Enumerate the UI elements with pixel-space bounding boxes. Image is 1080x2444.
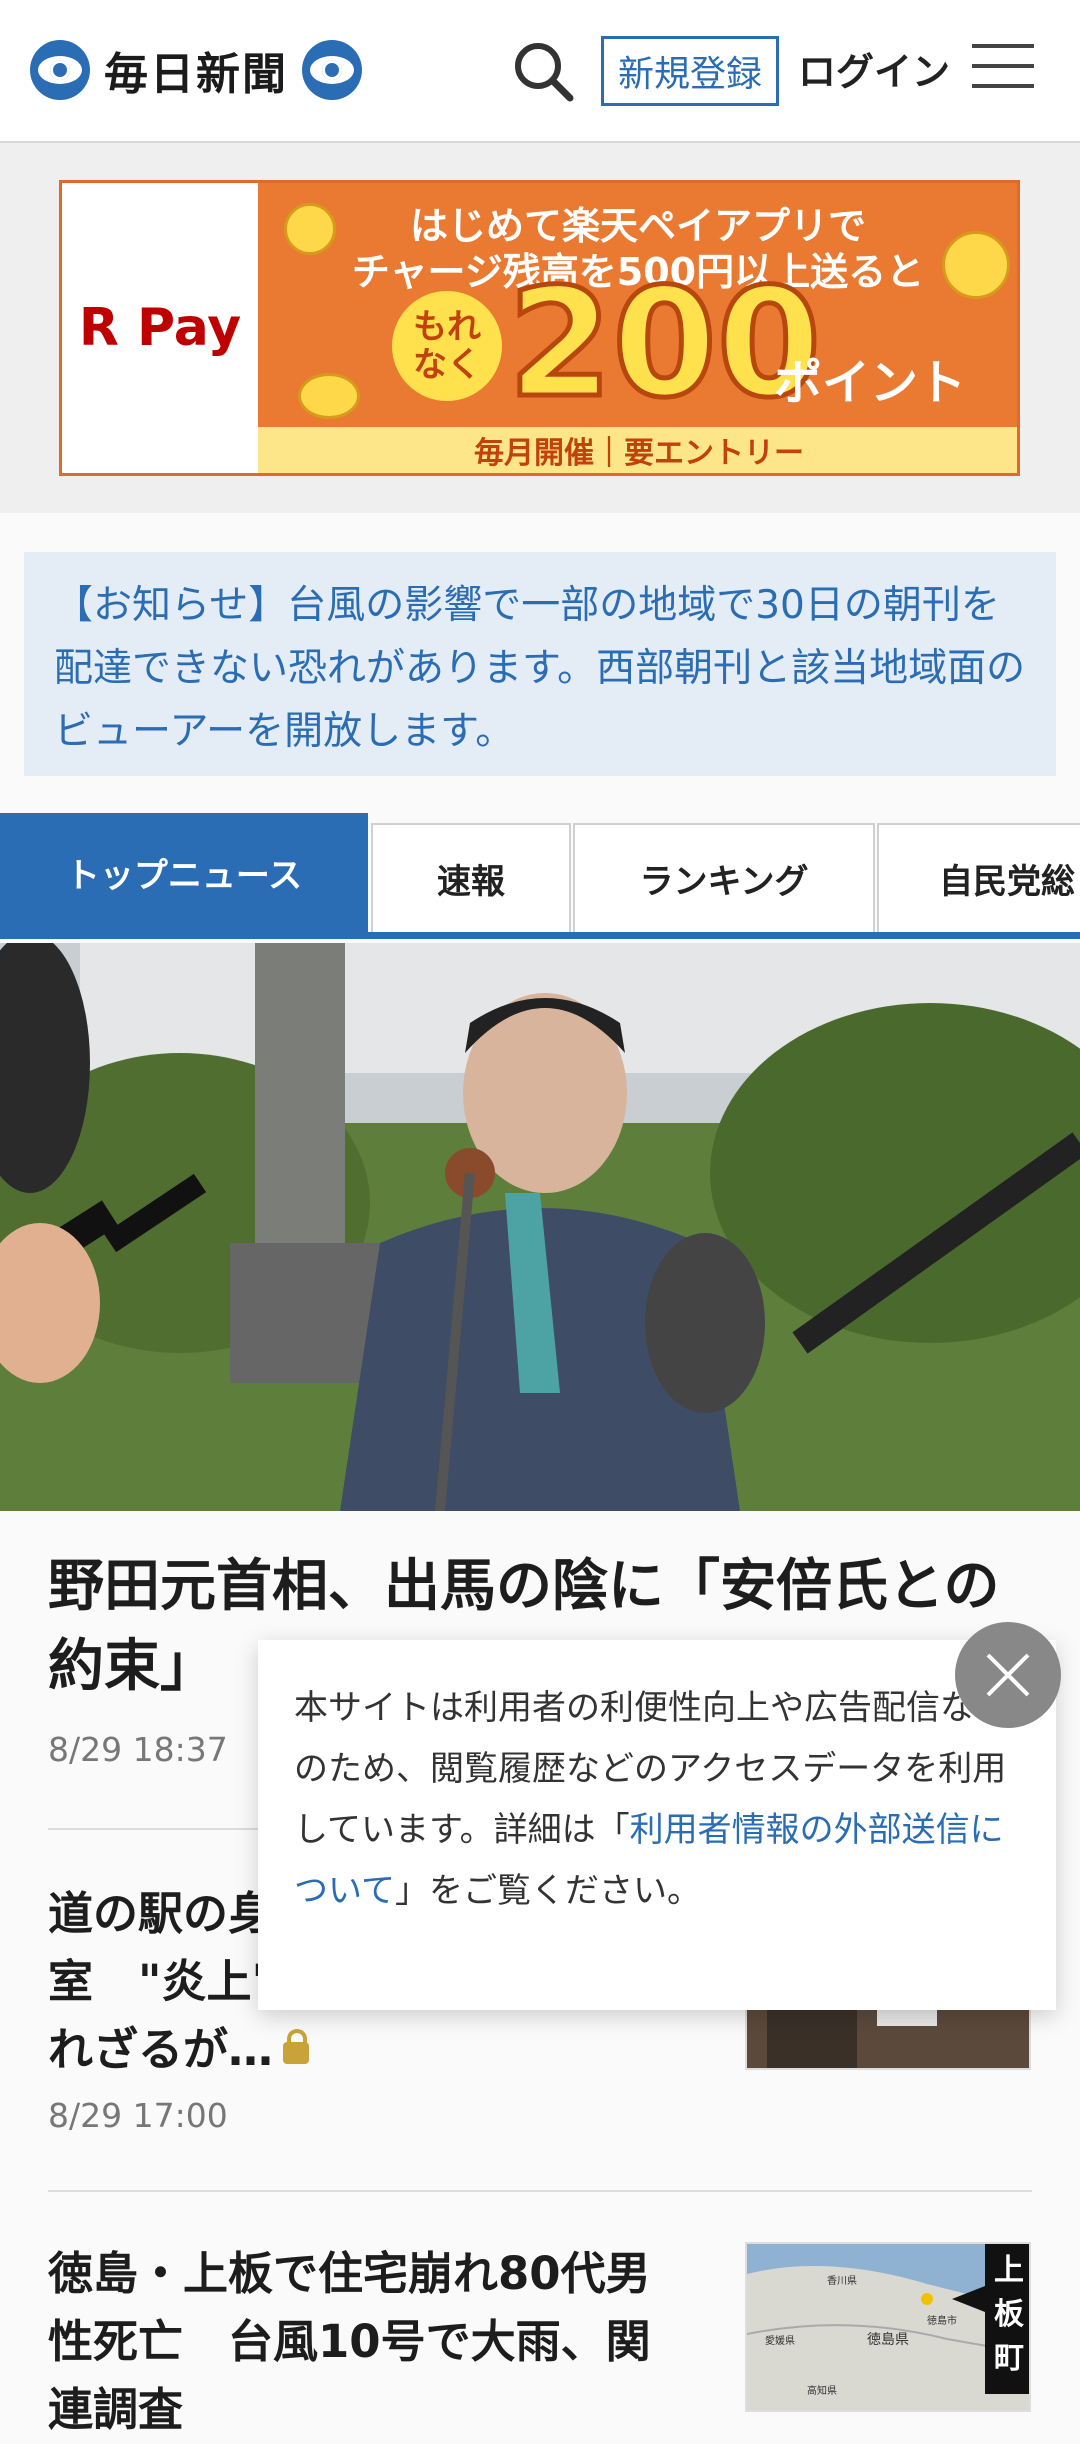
coin-decoration: [298, 373, 360, 419]
logo-text: 毎日新聞: [104, 49, 288, 100]
tab-top-news[interactable]: トップニュース: [0, 813, 368, 932]
site-header: 毎日新聞 新規登録 ログイン: [0, 0, 1080, 143]
search-button[interactable]: [510, 38, 578, 106]
map-town-label-1: 上: [994, 2253, 1024, 2288]
ad-brand: R Pay: [78, 298, 242, 358]
ad-area: R Pay はじめて楽天ペイアプリで チャージ残高を500円以上送ると もれ な…: [0, 143, 1080, 513]
lead-article-time: 8/29 18:37: [48, 1730, 228, 1769]
map-label-kagawa: 香川県: [827, 2275, 857, 2287]
ad-brand-panel: R Pay: [62, 183, 258, 473]
map-label-kochi: 高知県: [807, 2384, 837, 2397]
article-title[interactable]: 徳島・上板で住宅崩れ80代男性死亡 台風10号で大雨、関連調査: [48, 2240, 688, 2444]
article-thumbnail[interactable]: 上 板 町 徳島県 香川県 愛媛県 高知県 徳島市: [745, 2242, 1031, 2412]
ad-banner[interactable]: R Pay はじめて楽天ペイアプリで チャージ残高を500円以上送ると もれ な…: [59, 180, 1020, 476]
site-logo[interactable]: 毎日新聞: [30, 38, 362, 102]
ad-badge-top: もれ: [413, 307, 481, 347]
lock-icon: [283, 2029, 310, 2064]
notice-banner[interactable]: 【お知らせ】台風の影響で一部の地域で30日の朝刊を配達できない恐れがあります。西…: [24, 552, 1056, 776]
search-icon: [515, 43, 574, 102]
map-label-tokushima: 徳島県: [867, 2332, 909, 2348]
menu-icon: [972, 44, 1034, 88]
cookie-consent-popup: 本サイトは利用者の利便性向上や広告配信などのため、閲覧履歴などのアクセスデータを…: [258, 1640, 1056, 2010]
logo-emblem-icon: [30, 40, 90, 100]
map-town-label-3: 町: [994, 2341, 1024, 2376]
ad-badge-bottom: なく: [413, 345, 481, 385]
cookie-close-button[interactable]: [955, 1622, 1061, 1728]
ad-badge: もれ なく: [392, 291, 502, 401]
ad-footer: 毎月開催｜要エントリー: [258, 427, 1017, 473]
map-town-label-2: 板: [994, 2297, 1024, 2332]
login-link[interactable]: ログイン: [798, 42, 950, 102]
article-time: 8/29 17:00: [48, 2096, 228, 2135]
tab-ldp-election[interactable]: 自民党総: [877, 823, 1080, 932]
tab-ranking[interactable]: ランキング: [573, 823, 875, 932]
divider: [48, 2190, 1032, 2192]
lead-article-photo[interactable]: [0, 943, 1080, 1511]
menu-button[interactable]: [972, 44, 1034, 96]
register-button[interactable]: 新規登録: [601, 36, 779, 106]
ad-points-label: ポイント: [774, 355, 967, 411]
close-icon: [986, 1653, 1030, 1697]
category-tabs: トップニュース 速報 ランキング 自民党総: [0, 813, 1080, 939]
map-label-ehime: 愛媛県: [765, 2334, 795, 2347]
logo-emblem-icon: [302, 40, 362, 100]
map-label-tokushima-city: 徳島市: [927, 2314, 957, 2327]
cookie-text-end: 」をご覧ください。: [394, 1871, 701, 1911]
tab-breaking[interactable]: 速報: [371, 823, 571, 932]
